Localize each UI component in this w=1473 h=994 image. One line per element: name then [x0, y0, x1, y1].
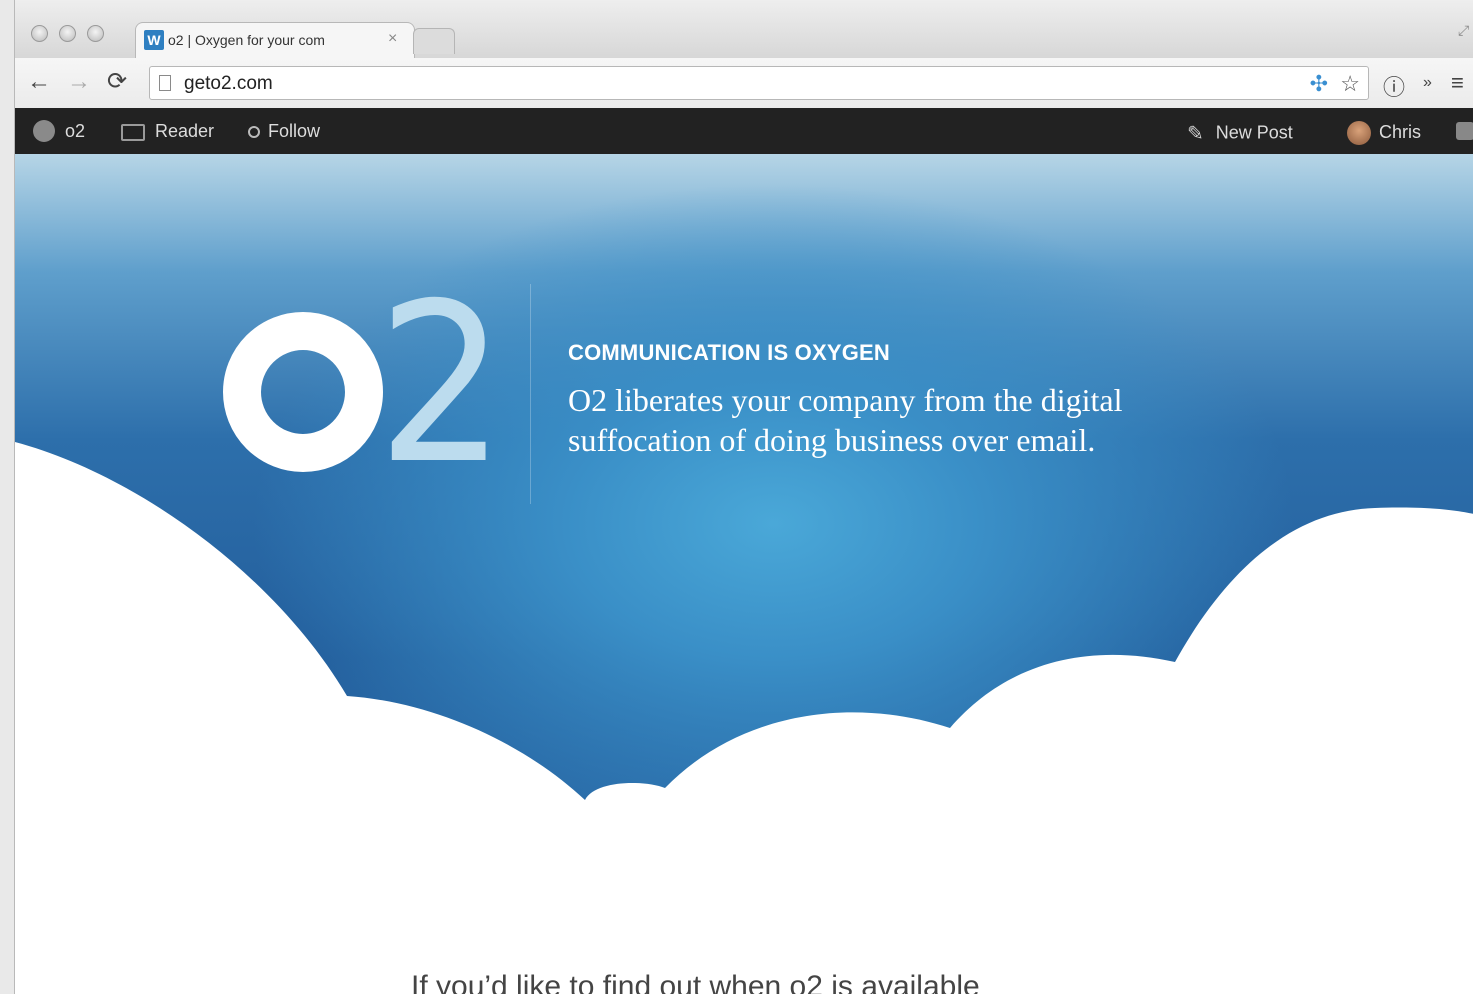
wordpress-admin-bar: o2 Reader Follow ✎ New Post Chris [15, 108, 1473, 154]
forward-arrow-icon[interactable]: → [67, 70, 91, 94]
hero-divider [530, 284, 531, 504]
tab-title: o2 | Oxygen for your com [168, 32, 325, 48]
availability-text: If you’d like to find out when o2 is ava… [411, 970, 980, 994]
wordpress-favicon-icon: W [144, 30, 164, 50]
onepassword-icon[interactable]: ⓘ [1383, 70, 1405, 102]
more-extensions-icon[interactable]: » [1423, 74, 1432, 92]
tab-bar: W o2 | Oxygen for your com × ⤢ [15, 0, 1473, 58]
admin-bar-reader[interactable]: Reader [121, 121, 214, 142]
notifications-icon[interactable] [1456, 122, 1473, 140]
reload-icon[interactable]: ⟳ [107, 70, 127, 94]
back-arrow-icon[interactable]: ← [27, 70, 51, 94]
reader-icon [121, 123, 145, 141]
hero-section: 2 COMMUNICATION IS OXYGEN O2 liberates y… [15, 154, 1473, 994]
new-post-pen-icon: ✎ [1187, 123, 1204, 145]
new-post-label: New Post [1215, 122, 1293, 143]
browser-window: W o2 | Oxygen for your com × ⤢ ← → ⟳ get… [14, 0, 1473, 994]
admin-bar-new-post[interactable]: ✎ New Post [1187, 121, 1293, 146]
admin-bar-follow[interactable]: Follow [248, 121, 320, 142]
url-text[interactable]: geto2.com [184, 73, 273, 95]
wordpress-globe-icon [33, 120, 55, 143]
admin-bar-user[interactable]: Chris [1347, 121, 1421, 145]
close-window-button[interactable] [31, 25, 48, 42]
bookmark-star-icon[interactable]: ☆ [1340, 71, 1360, 97]
tagline-body: O2 liberates your company from the digit… [568, 382, 1123, 458]
address-bar[interactable]: geto2.com ✣ ☆ [149, 66, 1369, 100]
reader-label: Reader [155, 121, 215, 141]
zoom-window-button[interactable] [87, 25, 104, 42]
active-tab[interactable]: W o2 | Oxygen for your com × [135, 22, 415, 58]
page-icon [159, 75, 171, 91]
site-name: o2 [65, 121, 86, 141]
new-tab-button[interactable] [413, 28, 455, 54]
follow-icon [248, 126, 260, 139]
o2-logo-o [223, 312, 383, 472]
cloud-shapes [15, 442, 1473, 994]
minimize-window-button[interactable] [59, 25, 76, 42]
tab-close-icon[interactable]: × [388, 30, 397, 48]
browser-toolbar: ← → ⟳ geto2.com ✣ ☆ ⓘ » ≡ [15, 58, 1473, 109]
user-avatar [1347, 121, 1371, 145]
user-name: Chris [1379, 121, 1422, 142]
admin-bar-site[interactable]: o2 [33, 120, 86, 143]
follow-label: Follow [268, 121, 321, 141]
fullscreen-icon[interactable]: ⤢ [1458, 22, 1472, 38]
extension-icon[interactable]: ✣ [1310, 71, 1328, 97]
menu-icon[interactable]: ≡ [1451, 70, 1464, 96]
tagline-kicker: COMMUNICATION IS OXYGEN [568, 340, 890, 365]
o2-logo-2: 2 [377, 256, 506, 512]
